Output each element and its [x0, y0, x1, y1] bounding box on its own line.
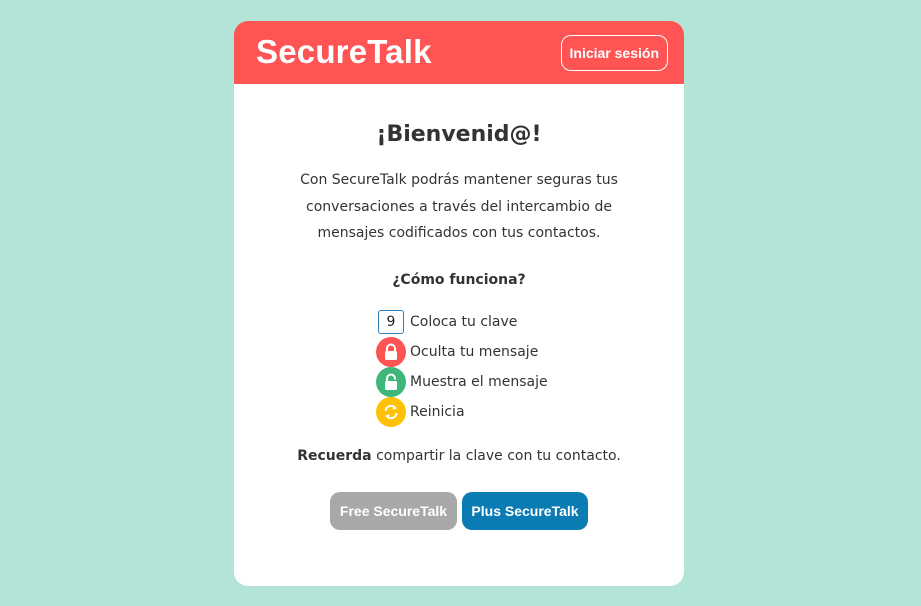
step-show-message: Muestra el mensaje [376, 367, 548, 397]
app-title: SecureTalk [256, 33, 432, 70]
steps-list: 9 Coloca tu clave Oculta tu mensaje Mues… [376, 307, 548, 427]
step-set-key: 9 Coloca tu clave [376, 307, 548, 337]
lock-closed-icon [376, 337, 406, 367]
key-input-example: 9 [376, 307, 406, 337]
main-card: SecureTalk Iniciar sesión ¡Bienvenid@! C… [234, 21, 684, 586]
login-button[interactable]: Iniciar sesión [560, 35, 668, 71]
free-plan-button[interactable]: Free SecureTalk [330, 492, 457, 530]
step-label: Reinicia [410, 404, 465, 420]
plus-plan-button[interactable]: Plus SecureTalk [462, 492, 588, 530]
how-it-works-title: ¿Cómo funciona? [392, 271, 526, 288]
step-hide-message: Oculta tu mensaje [376, 337, 548, 367]
welcome-title: ¡Bienvenid@! [376, 122, 542, 147]
step-reset: Reinicia [376, 397, 548, 427]
refresh-icon [376, 397, 406, 427]
step-label: Coloca tu clave [410, 314, 518, 330]
plan-buttons: Free SecureTalk Plus SecureTalk [234, 492, 684, 530]
lock-open-icon [376, 367, 406, 397]
welcome-section: ¡Bienvenid@! Con SecureTalk podrás mante… [234, 84, 684, 290]
remember-text: compartir la clave con tu contacto. [371, 448, 621, 464]
app-header: SecureTalk Iniciar sesión [234, 21, 684, 84]
key-value: 9 [378, 310, 404, 334]
remember-bold: Recuerda [297, 448, 372, 464]
step-label: Muestra el mensaje [410, 374, 548, 390]
step-label: Oculta tu mensaje [410, 344, 539, 360]
intro-text: Con SecureTalk podrás mantener seguras t… [300, 172, 618, 241]
remember-note: Recuerda compartir la clave con tu conta… [234, 446, 684, 466]
